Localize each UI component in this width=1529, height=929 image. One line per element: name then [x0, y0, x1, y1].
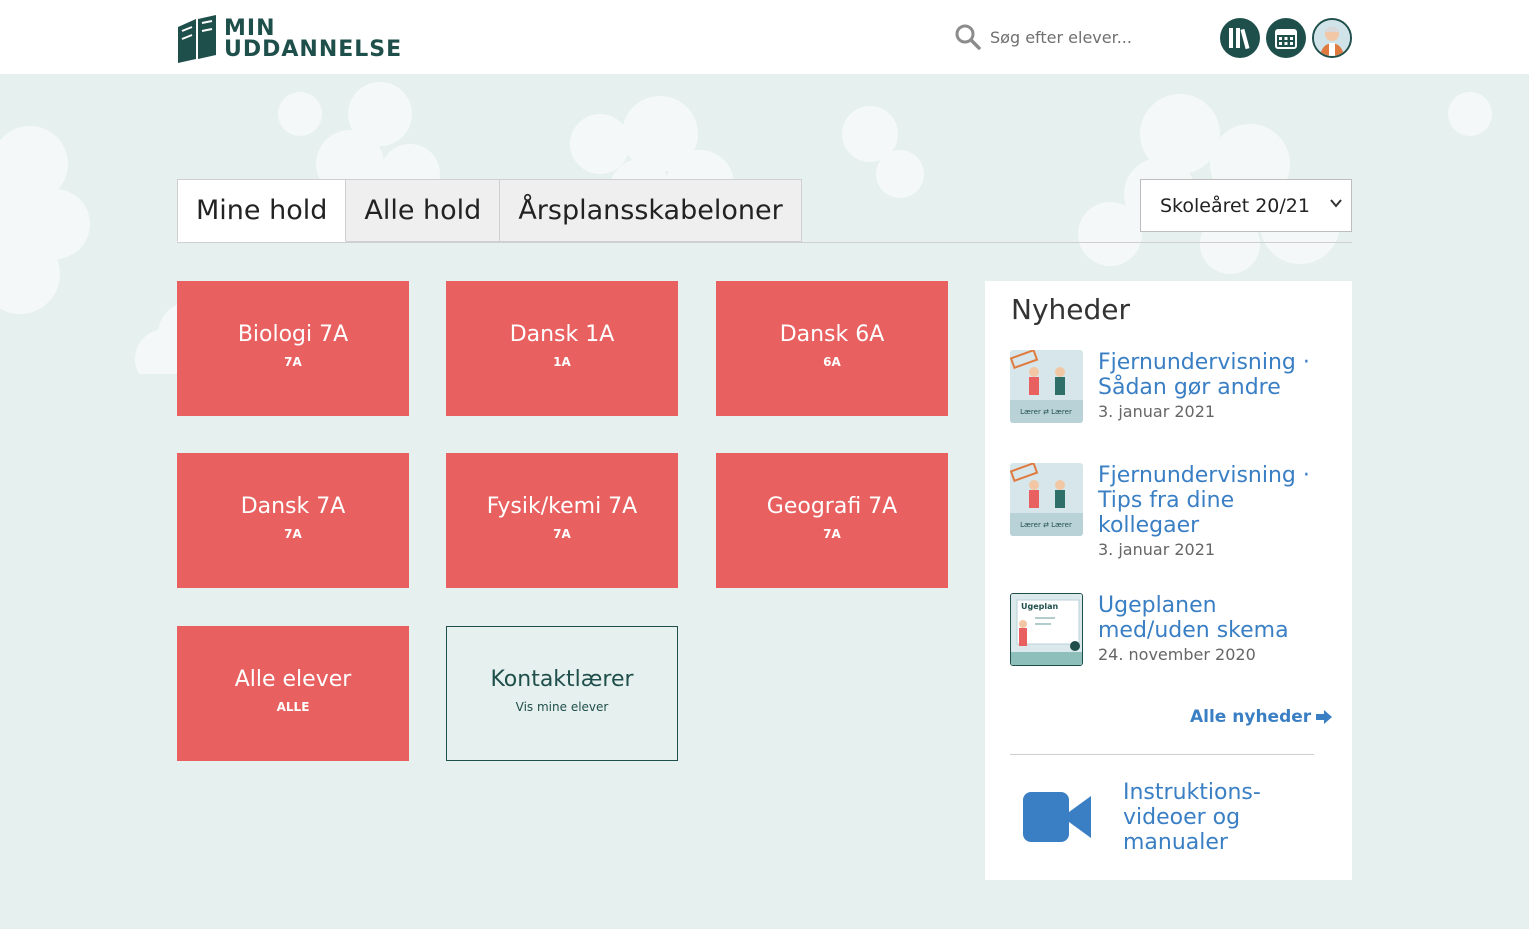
school-year-value: Skoleåret 20/21 — [1160, 194, 1310, 217]
instruction-videos-label: Instruktions-videoer og manualer — [1123, 780, 1261, 855]
thumb-caption: Lærer ⇄ Lærer — [1020, 408, 1072, 416]
search-input[interactable] — [990, 27, 1170, 47]
news-date: 3. januar 2021 — [1098, 540, 1216, 559]
news-divider — [1010, 754, 1314, 755]
logo-text-line2: UDDANNELSE — [224, 37, 403, 62]
team-tile-class: 7A — [553, 527, 571, 541]
team-tile[interactable]: Dansk 1A 1A — [446, 281, 678, 416]
contact-teacher-tile[interactable]: Kontaktlærer Vis mine elever — [446, 626, 678, 761]
team-tile-class: 7A — [284, 355, 302, 369]
library-icon[interactable] — [1220, 18, 1260, 58]
team-tile-title: Alle elever — [234, 667, 352, 692]
team-tile-title: Biologi 7A — [237, 322, 349, 347]
team-tile-class: ALLE — [276, 700, 310, 714]
calendar-icon[interactable] — [1266, 18, 1306, 58]
team-tile-title: Kontaktlærer — [490, 667, 634, 692]
instruction-videos-link[interactable]: Instruktions-videoer og manualer — [1021, 780, 1321, 866]
logo-text-line1: MIN — [224, 16, 276, 41]
arrow-right-icon — [1316, 710, 1333, 724]
chevron-down-icon — [1330, 199, 1342, 208]
team-tile-title: Geografi 7A — [766, 494, 898, 519]
tabs-divider — [177, 242, 1352, 243]
news-title-link[interactable]: Fjernundervisning · Tips fra dine kolleg… — [1098, 463, 1318, 538]
team-tabs: Mine hold Alle hold Årsplansskabeloner — [177, 179, 802, 242]
user-avatar[interactable] — [1312, 18, 1352, 58]
top-header: MIN UDDANNELSE — [0, 0, 1529, 74]
team-tile-class: Vis mine elever — [515, 700, 609, 714]
news-title-link[interactable]: Fjernundervisning · Sådan gør andre — [1098, 350, 1318, 400]
school-year-select[interactable]: Skoleåret 20/21 — [1140, 179, 1352, 232]
team-tile-class: 1A — [553, 355, 571, 369]
team-tile-title: Dansk 6A — [779, 322, 885, 347]
news-panel: Nyheder Lærer ⇄ Lærer Fjernundervisning … — [985, 281, 1352, 880]
tab-alle-hold[interactable]: Alle hold — [346, 179, 501, 242]
team-tile-title: Fysik/kemi 7A — [486, 494, 638, 519]
all-news-label: Alle nyheder — [1190, 707, 1312, 727]
thumb-caption: Ugeplan — [1021, 602, 1059, 611]
team-tile-class: 7A — [823, 527, 841, 541]
team-tile-class: 6A — [823, 355, 841, 369]
team-tile-title: Dansk 1A — [509, 322, 615, 347]
all-news-link[interactable]: Alle nyheder — [1190, 707, 1333, 727]
tab-mine-hold[interactable]: Mine hold — [177, 179, 347, 242]
news-thumbnail[interactable]: Ugeplan — [1010, 593, 1083, 666]
team-tile[interactable]: Dansk 7A 7A — [177, 453, 409, 588]
news-heading: Nyheder — [1011, 293, 1130, 326]
video-camera-icon — [1023, 792, 1091, 842]
logo-book-icon — [178, 15, 216, 63]
news-date: 24. november 2020 — [1098, 645, 1256, 664]
team-tile[interactable]: Biologi 7A 7A — [177, 281, 409, 416]
team-tile[interactable]: Fysik/kemi 7A 7A — [446, 453, 678, 588]
team-tile[interactable]: Geografi 7A 7A — [716, 453, 948, 588]
news-thumbnail[interactable]: Lærer ⇄ Lærer — [1010, 463, 1083, 536]
news-thumbnail[interactable]: Lærer ⇄ Lærer — [1010, 350, 1083, 423]
news-title-link[interactable]: Ugeplanen med/uden skema — [1098, 593, 1318, 643]
student-search[interactable] — [954, 22, 1184, 52]
all-students-tile[interactable]: Alle elever ALLE — [177, 626, 409, 761]
search-icon — [955, 24, 981, 50]
news-date: 3. januar 2021 — [1098, 402, 1216, 421]
min-uddannelse-logo[interactable]: MIN UDDANNELSE — [176, 12, 406, 66]
thumb-caption: Lærer ⇄ Lærer — [1020, 521, 1072, 529]
team-tile-class: 7A — [284, 527, 302, 541]
team-tile-title: Dansk 7A — [240, 494, 346, 519]
tab-aarsplansskabeloner[interactable]: Årsplansskabeloner — [500, 179, 802, 242]
team-tile[interactable]: Dansk 6A 6A — [716, 281, 948, 416]
